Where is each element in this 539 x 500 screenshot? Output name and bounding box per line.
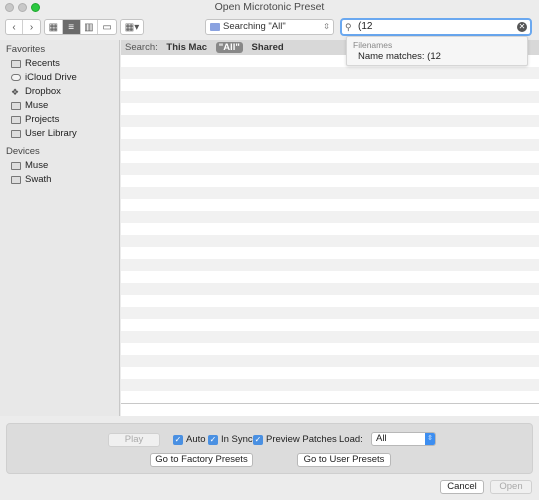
scope-shared[interactable]: Shared [251,42,283,53]
scope-bar-label: Search: [125,42,158,53]
devices-heading: Devices [6,146,40,157]
folder-icon [11,130,21,138]
in-sync-checkbox[interactable]: ✓ In Sync [208,434,253,446]
sidebar-item-label: Swath [25,174,52,185]
preview-patches-checkbox[interactable]: ✓ Preview Patches [253,434,337,446]
scope-all[interactable]: "All" [215,42,243,53]
updown-chevron-icon: ⇳ [323,22,330,31]
updown-chevron-icon: ⇳ [425,433,435,445]
drive-icon [11,162,21,170]
sidebar-item-device-swath[interactable]: Swath [0,173,119,187]
recents-icon [11,60,21,68]
sidebar-item-label: Muse [25,160,49,171]
load-select-value: All [376,433,387,444]
folder-icon [11,116,21,124]
in-sync-label: In Sync [221,434,253,445]
preview-patches-label: Preview Patches [266,434,337,445]
drive-icon [11,176,21,184]
search-scope-label: Searching "All" [223,21,286,32]
arrange-icon: ▦▾ [124,21,140,33]
factory-presets-button[interactable]: Go to Factory Presets [150,453,253,467]
open-button[interactable]: Open [490,480,532,494]
cloud-icon [11,74,21,81]
suggestion-section-heading: Filenames [353,40,393,50]
arrange-button[interactable]: ▦▾ [120,19,144,35]
sidebar-item-label: iCloud Drive [25,72,77,83]
sidebar-item-label: Muse [25,100,49,111]
cancel-button[interactable]: Cancel [440,480,484,494]
folder-icon [11,102,21,110]
sidebar-item-label: User Library [25,128,77,139]
view-mode-control: ▦ ≡ ▥ ▭ [44,19,117,35]
checkmark-icon: ✓ [208,435,218,445]
list-view-icon[interactable]: ≡ [62,20,81,34]
minimize-window-button[interactable] [18,3,27,12]
close-window-button[interactable] [5,3,14,12]
sidebar-item-recents[interactable]: Recents [0,57,119,71]
path-bar [121,403,539,416]
forward-button[interactable]: › [23,20,40,34]
back-button[interactable]: ‹ [6,20,23,34]
column-view-icon[interactable]: ▥ [81,20,99,34]
sidebar-item-label: Recents [25,58,60,69]
sidebar-item-icloud-drive[interactable]: iCloud Drive [0,71,119,85]
search-input[interactable]: ⚲ (12 ✕ [340,18,532,36]
scope-this-mac[interactable]: This Mac [166,42,207,53]
sidebar-item-device-muse[interactable]: Muse [0,159,119,173]
suggestion-item[interactable]: Name matches: (12 [347,50,527,63]
search-scope-select[interactable]: Searching "All" ⇳ [205,19,334,35]
load-select[interactable]: All ⇳ [371,432,436,446]
sidebar: Favorites Recents iCloud Drive ❖ Dropbox … [0,40,120,416]
sidebar-item-user-library[interactable]: User Library [0,127,119,141]
checkmark-icon: ✓ [253,435,263,445]
checkmark-icon: ✓ [173,435,183,445]
title-bar: Open Microtonic Preset [0,0,539,14]
window-title: Open Microtonic Preset [214,1,325,13]
sidebar-item-muse[interactable]: Muse [0,99,119,113]
icon-view-icon[interactable]: ▦ [45,20,63,34]
zoom-window-button[interactable] [31,3,40,12]
accessory-panel: Play ✓ Auto ✓ In Sync ✓ Preview Patches Loa… [6,423,533,474]
load-label: Load: [339,434,363,445]
user-presets-button[interactable]: Go to User Presets [297,453,391,467]
sidebar-item-dropbox[interactable]: ❖ Dropbox [0,85,119,99]
auto-checkbox[interactable]: ✓ Auto [173,434,206,446]
dropbox-icon: ❖ [11,87,20,97]
sidebar-item-label: Dropbox [25,86,61,97]
auto-label: Auto [186,434,206,445]
folder-icon [210,23,220,31]
favorites-heading: Favorites [6,44,46,55]
search-query: (12 [358,21,373,32]
results-list[interactable] [121,55,539,403]
cover-flow-icon[interactable]: ▭ [98,20,116,34]
play-button[interactable]: Play [108,433,160,447]
clear-search-icon[interactable]: ✕ [517,22,527,32]
sidebar-item-label: Projects [25,114,60,125]
search-icon: ⚲ [345,22,352,32]
search-suggestions: Filenames Name matches: (12 [346,36,528,66]
nav-buttons: ‹ › [5,19,41,35]
sidebar-item-projects[interactable]: Projects [0,113,119,127]
